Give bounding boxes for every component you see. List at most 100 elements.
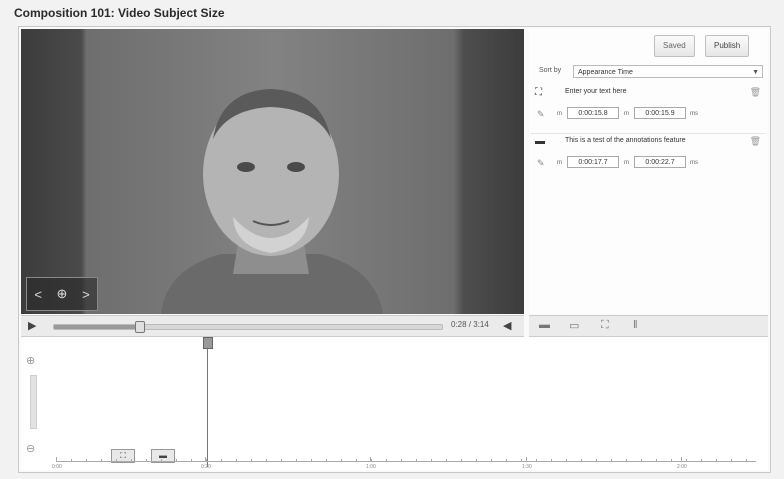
pencil-icon[interactable]: ✎ [537, 158, 545, 169]
playhead[interactable] [207, 337, 208, 467]
next-icon[interactable]: > [82, 287, 90, 302]
speech-bubble-icon: ▬ [535, 136, 545, 147]
chevron-down-icon[interactable]: ▼ [752, 66, 759, 79]
end-time-field[interactable]: 0:00:22.7 [634, 156, 686, 168]
axis-minor-tick [461, 459, 462, 461]
axis-minor-tick [146, 459, 147, 461]
axis-minor-tick [431, 459, 432, 461]
axis-minor-tick [581, 459, 582, 461]
play-icon[interactable]: ▶ [28, 319, 36, 332]
axis-minor-tick [656, 459, 657, 461]
page-title: Composition 101: Video Subject Size [14, 6, 225, 20]
axis-minor-tick [746, 459, 747, 461]
speech-bubble-icon[interactable]: ▬ [539, 319, 550, 331]
publish-button[interactable]: Publish [705, 35, 750, 57]
axis-minor-tick [281, 459, 282, 461]
axis-tick-label: 0:00 [52, 464, 62, 470]
pencil-icon[interactable]: ✎ [537, 109, 545, 120]
pause-icon[interactable]: ‖ [633, 319, 638, 331]
previous-icon[interactable]: < [34, 287, 42, 302]
axis-minor-tick [416, 459, 417, 461]
spotlight-icon[interactable]: ⛶ [601, 319, 609, 332]
axis-minor-tick [671, 459, 672, 461]
axis-minor-tick [191, 459, 192, 461]
axis-minor-tick [56, 459, 57, 461]
note-icon[interactable]: ▭ [569, 319, 579, 332]
annotations-panel: Saved Publish Sort by Appearance Time ▼ … [529, 29, 768, 314]
axis-minor-tick [266, 459, 267, 461]
axis-minor-tick [221, 459, 222, 461]
annotation-editor: < ⊕ > ▶ 0:28 / 3:14 ◀ Saved Publish Sort… [18, 26, 771, 473]
axis-minor-tick [206, 459, 207, 461]
axis-minor-tick [611, 459, 612, 461]
sort-control: Sort by Appearance Time ▼ [533, 65, 765, 79]
axis-minor-tick [401, 459, 402, 461]
axis-minor-tick [551, 459, 552, 461]
start-time-field[interactable]: 0:00:17.7 [567, 156, 619, 168]
seek-handle[interactable] [135, 321, 146, 333]
axis-minor-tick [326, 459, 327, 461]
annotation-timeline[interactable]: ⊕ ⊖ ⛶ ▬ 0:00 0:20 1:00 1:30 2:00 [21, 337, 768, 470]
end-unit-label: ms [690, 160, 698, 166]
axis-minor-tick [131, 459, 132, 461]
axis-minor-tick [716, 459, 717, 461]
start-time-field[interactable]: 0:00:15.8 [567, 107, 619, 119]
axis-minor-tick [626, 459, 627, 461]
sort-value: Appearance Time [578, 69, 633, 76]
end-time-field[interactable]: 0:00:15.9 [634, 107, 686, 119]
start-label: m [557, 111, 562, 117]
zoom-in-icon[interactable]: ⊕ [26, 354, 35, 367]
time-readout: 0:28 / 3:14 [451, 320, 489, 329]
trash-icon[interactable]: 🗑 [750, 136, 761, 147]
axis-minor-tick [641, 459, 642, 461]
axis-minor-tick [371, 459, 372, 461]
axis-minor-tick [536, 459, 537, 461]
save-button[interactable]: Saved [654, 35, 695, 57]
axis-minor-tick [101, 459, 102, 461]
axis-tick [526, 457, 527, 461]
annotation-text[interactable]: Enter your text here [565, 88, 626, 95]
axis-minor-tick [701, 459, 702, 461]
annotation-item[interactable]: ▬ This is a test of the annotations feat… [531, 133, 765, 178]
axis-minor-tick [116, 459, 117, 461]
video-nav-overlay: < ⊕ > [26, 277, 98, 311]
annotation-item[interactable]: ⛶ Enter your text here 🗑 ✎ m 0:00:15.8 m… [531, 85, 765, 127]
axis-minor-tick [596, 459, 597, 461]
seek-bar[interactable] [53, 321, 443, 333]
axis-minor-tick [86, 459, 87, 461]
volume-icon[interactable]: ◀ [503, 319, 511, 332]
axis-minor-tick [341, 459, 342, 461]
end-label: m [624, 111, 629, 117]
add-annotation-toolbar: ▬ ▭ ⛶ ‖ [529, 315, 768, 337]
time-axis [56, 461, 756, 462]
zoom-slider[interactable] [30, 375, 37, 429]
end-unit-label: ms [690, 111, 698, 117]
sort-select[interactable]: Appearance Time ▼ [573, 65, 763, 78]
annotation-text[interactable]: This is a test of the annotations featur… [565, 137, 686, 144]
spotlight-icon: ⛶ [535, 87, 542, 98]
axis-minor-tick [251, 459, 252, 461]
sort-label: Sort by [539, 67, 562, 74]
axis-tick-label: 2:00 [677, 464, 687, 470]
axis-minor-tick [686, 459, 687, 461]
player-controls: ▶ 0:28 / 3:14 ◀ [21, 315, 524, 337]
axis-minor-tick [521, 459, 522, 461]
seek-progress [54, 325, 140, 329]
axis-tick-label: 1:30 [522, 464, 532, 470]
axis-minor-tick [731, 459, 732, 461]
axis-minor-tick [71, 459, 72, 461]
video-frame[interactable]: < ⊕ > [21, 29, 524, 314]
axis-minor-tick [296, 459, 297, 461]
playhead-handle[interactable] [203, 337, 213, 349]
axis-minor-tick [506, 459, 507, 461]
axis-minor-tick [161, 459, 162, 461]
presenter-image [161, 89, 383, 314]
axis-minor-tick [386, 459, 387, 461]
center-view-icon[interactable]: ⊕ [57, 286, 68, 302]
axis-minor-tick [236, 459, 237, 461]
axis-minor-tick [176, 459, 177, 461]
trash-icon[interactable]: 🗑 [750, 87, 761, 98]
zoom-out-icon[interactable]: ⊖ [26, 442, 35, 455]
axis-tick-label: 1:00 [366, 464, 376, 470]
axis-minor-tick [446, 459, 447, 461]
